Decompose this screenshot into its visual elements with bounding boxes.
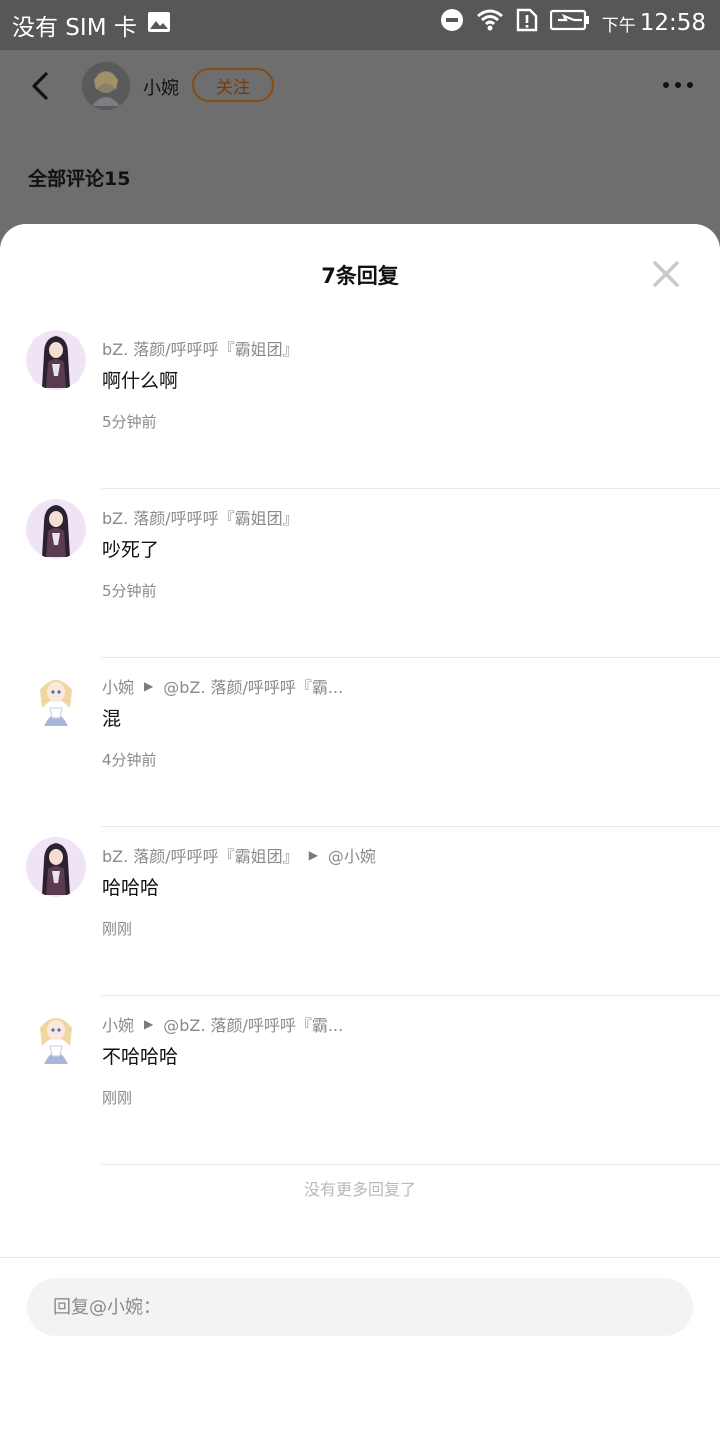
more-dot-icon [687,82,693,88]
blonde-girl-avatar-icon [82,62,130,110]
sheet-title: 7条回复 [321,264,399,288]
reply-text: 啊什么啊 [102,370,179,392]
more-dot-icon [663,82,669,88]
clock-text: 12:58 [639,10,706,36]
battery-charging-icon [549,9,590,37]
replies-sheet: 7条回复 bZ. 落颜/呼呼呼『霸姐团』 啊什么啊 5分钟前 bZ. 落颜/呼呼… [0,224,720,1440]
reply-text: 不哈哈哈 [102,1046,179,1068]
reply-time: 刚刚 [102,1089,133,1107]
wifi-icon [476,8,504,38]
reply-author[interactable]: bZ. 落颜/呼呼呼『霸姐团』 [102,336,299,360]
reply-text: 哈哈哈 [102,877,160,899]
reply-item[interactable]: 小婉 ▶ @bZ. 落颜/呼呼呼『霸... 混 4分钟前 [0,658,720,827]
reply-input[interactable] [27,1278,693,1336]
reply-time: 5分钟前 [102,582,157,600]
reply-author[interactable]: 小婉 [102,1012,134,1036]
more-dot-icon [675,82,681,88]
reply-to-target[interactable]: @小婉 [328,843,376,867]
reply-item[interactable]: bZ. 落颜/呼呼呼『霸姐团』 啊什么啊 5分钟前 [0,320,720,489]
reply-time: 4分钟前 [102,751,157,769]
reply-header: 小婉 ▶ @bZ. 落颜/呼呼呼『霸... [102,1012,343,1036]
follow-button[interactable]: 关注 [192,68,274,102]
more-options-button[interactable] [658,70,698,100]
reply-header: bZ. 落颜/呼呼呼『霸姐团』 [102,336,299,360]
owner-avatar[interactable] [82,62,130,110]
reply-header: bZ. 落颜/呼呼呼『霸姐团』 ▶ @小婉 [102,843,376,867]
reply-avatar[interactable] [26,499,86,559]
dark-hair-girl-avatar-icon [26,837,86,897]
chevron-left-icon [32,72,48,100]
reply-arrow-icon: ▶ [308,848,318,862]
reply-list: bZ. 落颜/呼呼呼『霸姐团』 啊什么啊 5分钟前 bZ. 落颜/呼呼呼『霸姐团… [0,320,720,1165]
close-icon [653,261,679,287]
reply-header: 小婉 ▶ @bZ. 落颜/呼呼呼『霸... [102,674,343,698]
reply-header: bZ. 落颜/呼呼呼『霸姐团』 [102,505,299,529]
dnd-icon [440,8,464,38]
page-header: 小婉 关注 [0,50,720,122]
reply-arrow-icon: ▶ [144,1017,154,1031]
reply-avatar[interactable] [26,330,86,390]
reply-text: 吵死了 [102,539,160,561]
dark-hair-girl-avatar-icon [26,499,86,559]
ampm-text: 下午 [601,15,636,36]
reply-author[interactable]: bZ. 落颜/呼呼呼『霸姐团』 [102,843,299,867]
status-bar: 没有 SIM 卡 下午 12:58 [0,0,720,50]
reply-item[interactable]: bZ. 落颜/呼呼呼『霸姐团』 吵死了 5分钟前 [0,489,720,658]
reply-to-target[interactable]: @bZ. 落颜/呼呼呼『霸... [163,1012,343,1036]
sim-alert-icon [516,8,538,38]
reply-time: 5分钟前 [102,413,157,431]
no-more-replies-text: 没有更多回复了 [303,1180,416,1199]
dark-hair-girl-avatar-icon [26,330,86,390]
reply-arrow-icon: ▶ [144,679,154,693]
owner-name: 小婉 [143,78,179,99]
reply-item[interactable]: 小婉 ▶ @bZ. 落颜/呼呼呼『霸... 不哈哈哈 刚刚 [0,996,720,1165]
image-icon [147,11,171,39]
close-button[interactable] [650,258,682,290]
all-comments-heading: 全部评论15 [28,168,131,190]
reply-author[interactable]: 小婉 [102,674,134,698]
blonde-girl-avatar-icon [26,668,86,728]
reply-time: 刚刚 [102,920,133,938]
back-button[interactable] [22,66,62,106]
reply-author[interactable]: bZ. 落颜/呼呼呼『霸姐团』 [102,505,299,529]
status-left: 没有 SIM 卡 [12,8,171,42]
status-right: 下午 12:58 [440,8,706,38]
reply-avatar[interactable] [26,1006,86,1066]
input-divider [0,1257,720,1258]
reply-avatar[interactable] [26,837,86,897]
carrier-text: 没有 SIM 卡 [12,15,137,41]
reply-avatar[interactable] [26,668,86,728]
reply-to-target[interactable]: @bZ. 落颜/呼呼呼『霸... [163,674,343,698]
blonde-girl-avatar-icon [26,1006,86,1066]
reply-item[interactable]: bZ. 落颜/呼呼呼『霸姐团』 ▶ @小婉 哈哈哈 刚刚 [0,827,720,996]
reply-divider [102,1164,720,1165]
reply-text: 混 [102,708,122,730]
